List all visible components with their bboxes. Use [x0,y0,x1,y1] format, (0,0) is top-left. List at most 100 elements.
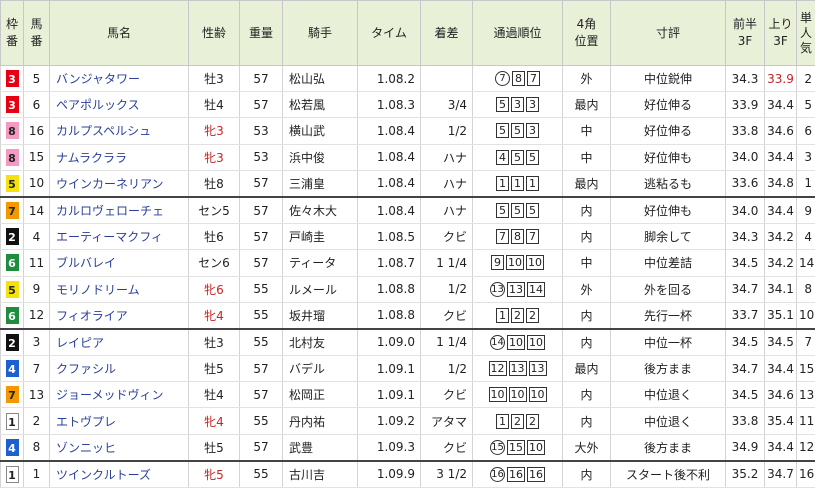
weight-cell: 57 [239,381,283,409]
sex-age-cell: 牡4 [188,91,240,119]
header-popularity: 単人気 [796,0,815,66]
popularity-cell: 1 [796,170,815,198]
first-3f-cell: 34.3 [725,223,765,251]
umaban-cell: 16 [23,117,50,145]
passing-order-cell: 9 10 10 [472,249,563,277]
time-cell: 1.09.1 [357,381,421,409]
horse-name-link[interactable]: ゾンニッヒ [49,434,189,462]
first-3f-cell: 33.7 [725,302,765,330]
table-row: 1 2 エトヴプレ 牝4 55 丹内祐 1.09.2 アタマ 1 2 2 内中位退く 33.8 35.4 1… [0,407,815,435]
last-3f-cell: 34.2 [764,249,797,277]
last-3f-cell: 34.5 [764,328,797,357]
table-row: 7 13 ジョーメッドヴィン 牡4 57 松岡正 1.09.1 クビ 10 10 10 内中位退く 34… [0,381,815,409]
jockey-cell: 古川吉 [282,460,358,488]
passing-order-box: 7 [527,71,540,87]
margin-cell: 1/2 [420,355,473,383]
waku-cell: 6 [0,249,24,277]
weight-cell: 55 [239,302,283,330]
umaban-cell: 13 [23,381,50,409]
weight-cell: 53 [239,144,283,171]
horse-name-link[interactable]: ウインカーネリアン [49,170,189,198]
horse-name-link[interactable]: カルプスペルシュ [49,117,189,145]
passing-order-first: 16 [490,466,505,482]
last-3f-cell: 34.4 [764,434,797,462]
popularity-cell: 12 [796,434,815,462]
header-jockey: 騎手 [282,0,358,66]
passing-order-first: 15 [490,439,505,455]
comment-cell: 中位差詰 [610,249,726,277]
header-first-3f: 前半 3F [725,0,765,66]
passing-order-first: 14 [490,334,505,350]
first-3f-cell: 34.5 [725,249,765,277]
time-cell: 1.09.3 [357,434,421,462]
passing-order-box: 10 [528,387,547,403]
waku-cell: 7 [0,381,24,409]
table-row: 2 4 エーティーマクフィ 牡6 57 戸崎圭 1.08.5 クビ 7 8 7 内脚余して 34.3 34… [0,223,815,251]
jockey-cell: 横山武 [282,117,358,145]
jockey-cell: 佐々木大 [282,196,358,225]
popularity-cell: 3 [796,144,815,171]
table-row: 8 16 カルプスペルシュ 牝3 53 横山武 1.08.4 1/2 5 5 3 中好位伸る 33.8 3… [0,117,815,145]
popularity-cell: 7 [796,328,815,357]
margin-cell: クビ [420,434,473,462]
corner4-position-cell: 最内 [562,170,611,198]
passing-order-box: 13 [508,361,527,377]
time-cell: 1.09.0 [357,328,421,357]
margin-cell: ハナ [420,144,473,171]
passing-order-box: 10 [506,255,524,271]
margin-cell: 3/4 [420,91,473,119]
horse-name-link[interactable]: モリノドリーム [49,276,189,303]
last-3f-cell: 34.8 [764,170,797,198]
time-cell: 1.08.2 [357,65,421,93]
horse-name-link[interactable]: レイピア [49,328,189,357]
passing-order-cell: 12 13 13 [472,355,563,383]
passing-order-cell: 122 [472,407,563,435]
horse-name-link[interactable]: ジョーメッドヴィン [49,381,189,409]
last-3f-cell: 34.4 [764,91,797,119]
race-results-table: 枠番 馬番 馬名 性齢 重量 騎手 タイム 着差 通過順位 4角 位置 寸評 前半… [0,0,815,488]
header-margin: 着差 [420,0,473,66]
sex-age-cell: 牝4 [188,302,240,330]
passing-order-first: 1 [496,307,509,323]
horse-name-link[interactable]: カルロヴェローチェ [49,196,189,225]
passing-order-box: 5 [511,203,524,219]
horse-name-link[interactable]: エトヴプレ [49,407,189,435]
margin-cell: 1 1/4 [420,328,473,357]
corner4-position-cell: 中 [562,144,611,171]
waku-cell: 1 [0,460,24,488]
time-cell: 1.08.4 [357,117,421,145]
time-cell: 1.09.2 [357,407,421,435]
time-cell: 1.08.8 [357,302,421,330]
waku-badge: 7 [5,386,19,404]
horse-name-link[interactable]: エーティーマクフィ [49,223,189,251]
weight-cell: 57 [239,91,283,119]
horse-name-link[interactable]: ツインクルトーズ [49,460,189,488]
margin-cell: ハナ [420,170,473,198]
passing-order-first: 13 [490,281,505,297]
horse-name-link[interactable]: フィオライア [49,302,189,330]
passing-order-box: 16 [527,466,545,482]
jockey-cell: 松山弘 [282,65,358,93]
first-3f-cell: 34.7 [725,276,765,303]
popularity-cell: 10 [796,302,815,330]
passing-order-box: 15 [507,439,525,455]
waku-badge: 8 [5,122,19,140]
waku-cell: 5 [0,170,24,198]
corner4-position-cell: 大外 [562,434,611,462]
header-comment: 寸評 [610,0,726,66]
table-row: 3 6 ペアポルックス 牡4 57 松若風 1.08.3 3/4 5 3 3 最内 好位伸る 33.9 34… [0,91,815,119]
horse-name-link[interactable]: バンジャタワー [49,65,189,93]
horse-name-link[interactable]: ペアポルックス [49,91,189,119]
horse-name-link[interactable]: クファシル [49,355,189,383]
jockey-cell: 武豊 [282,434,358,462]
sex-age-cell: 牡3 [188,328,240,357]
passing-order-box: 5 [526,149,539,165]
horse-name-link[interactable]: ブルバレイ [49,249,189,277]
waku-cell: 8 [0,144,24,171]
passing-order-box: 1 [511,175,524,191]
horse-name-link[interactable]: ナムラクララ [49,144,189,171]
passing-order-box: 10 [527,439,545,455]
passing-order-box: 2 [526,307,539,323]
passing-order-box: 8 [511,229,524,245]
passing-order-cell: 10 10 10 [472,381,563,409]
